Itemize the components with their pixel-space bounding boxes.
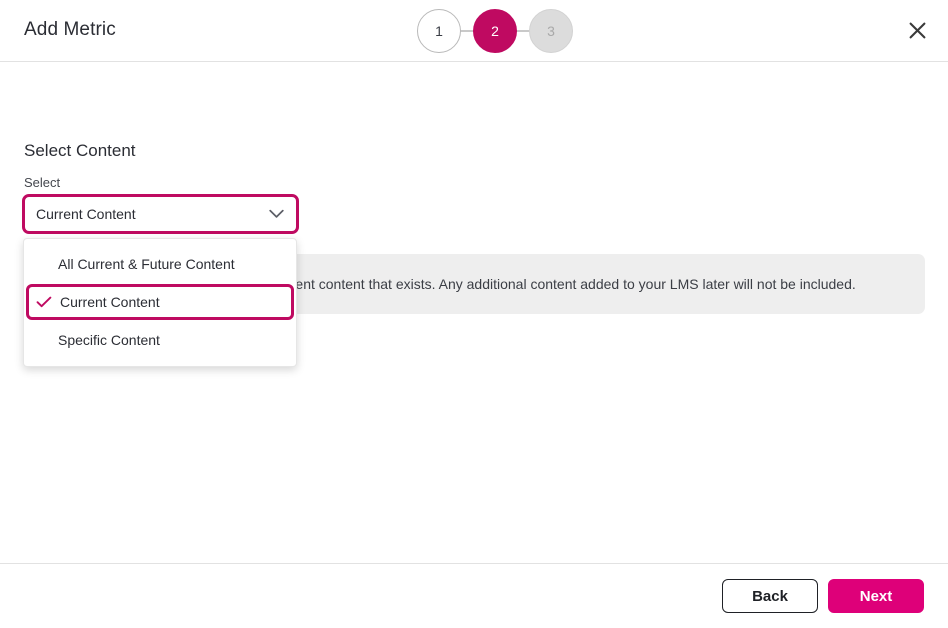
stepper-step-1[interactable]: 1 [417,9,461,53]
modal-footer: Back Next [0,563,948,628]
add-metric-modal: Add Metric 1 2 3 Select Content Select T… [0,0,948,628]
wizard-stepper: 1 2 3 [417,9,573,53]
stepper-step-3: 3 [529,9,573,53]
stepper-connector-1 [460,30,474,32]
close-icon [909,22,926,39]
close-button[interactable] [899,12,935,48]
select-field-label: Select [24,175,61,190]
stepper-connector-2 [516,30,530,32]
next-button[interactable]: Next [828,579,924,613]
modal-header: Add Metric 1 2 3 [0,0,948,62]
content-scope-select[interactable]: Current Content [22,194,299,234]
back-button[interactable]: Back [722,579,818,613]
dropdown-option-label: All Current & Future Content [58,256,235,272]
stepper-step-2[interactable]: 2 [473,9,517,53]
modal-body: Select Content Select This metric will i… [0,62,948,563]
content-scope-select-value: Current Content [36,206,136,222]
dropdown-option-label: Specific Content [58,332,160,348]
check-icon [36,296,60,308]
dropdown-option-specific-content[interactable]: Specific Content [24,322,296,358]
section-heading: Select Content [24,141,136,160]
page-title: Add Metric [24,19,116,40]
dropdown-option-all-current-and-future-content[interactable]: All Current & Future Content [24,246,296,282]
dropdown-option-label: Current Content [60,294,160,310]
dropdown-option-current-content[interactable]: Current Content [26,284,294,320]
content-scope-dropdown[interactable]: All Current & Future Content Current Con… [23,238,297,367]
chevron-down-icon[interactable] [266,204,286,224]
